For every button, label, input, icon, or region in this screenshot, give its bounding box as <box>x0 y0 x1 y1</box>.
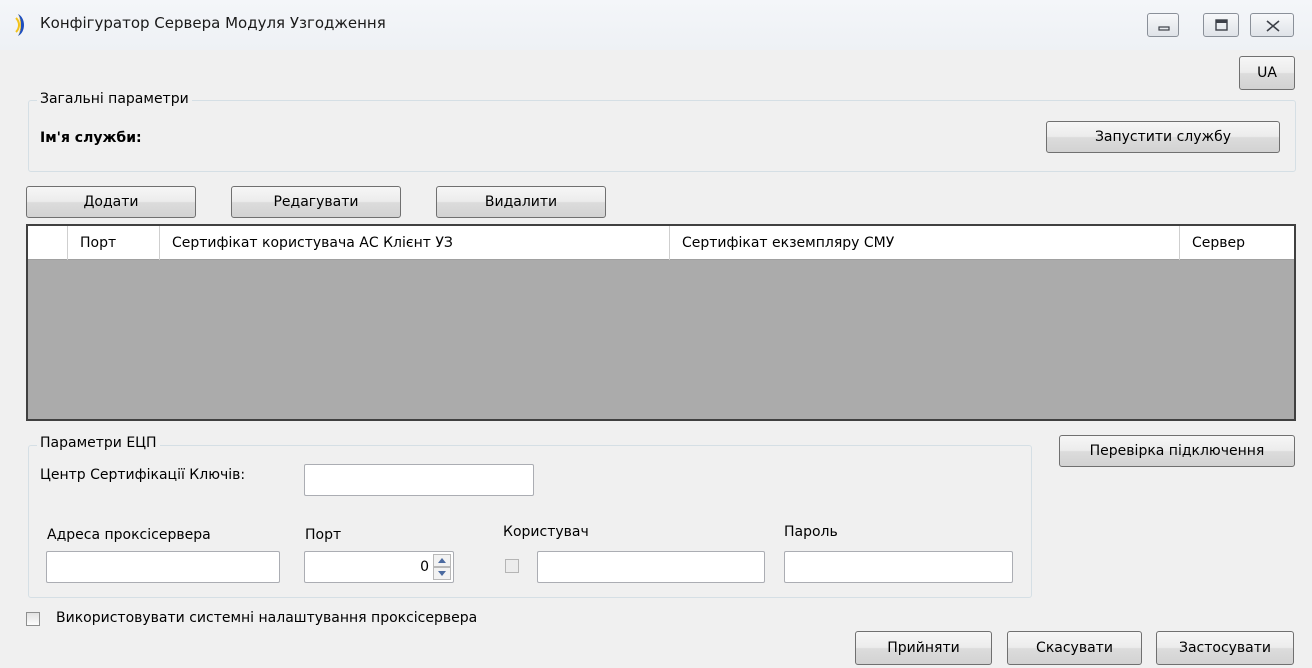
column-header-port[interactable]: Порт <box>68 226 160 260</box>
ca-label: Центр Сертифікації Ключів: <box>40 467 246 483</box>
minimize-icon <box>1158 26 1170 31</box>
user-label: Користувач <box>503 524 589 540</box>
column-header-server[interactable]: Сервер <box>1180 226 1294 260</box>
window-title: Конфігуратор Сервера Модуля Узгодження <box>40 14 386 32</box>
close-icon <box>1266 20 1280 32</box>
add-button[interactable]: Додати <box>26 186 196 218</box>
password-input[interactable] <box>784 551 1013 583</box>
spin-down-icon <box>438 571 446 576</box>
user-input[interactable] <box>537 551 765 583</box>
accept-button[interactable]: Прийняти <box>855 631 992 665</box>
port-label: Порт <box>305 527 342 543</box>
table-header: Порт Сертифікат користувача АС Клієнт УЗ… <box>28 226 1294 260</box>
edit-button[interactable]: Редагувати <box>231 186 401 218</box>
cancel-button[interactable]: Скасувати <box>1007 631 1142 665</box>
column-header-smu-cert[interactable]: Сертифікат екземпляру СМУ <box>670 226 1180 260</box>
password-label: Пароль <box>784 524 838 540</box>
signature-params-legend: Параметри ЕЦП <box>37 435 160 451</box>
use-system-proxy-checkbox[interactable] <box>26 612 40 626</box>
check-connection-button[interactable]: Перевірка підключення <box>1059 435 1295 467</box>
port-value: 0 <box>420 559 429 575</box>
user-checkbox[interactable] <box>505 559 519 573</box>
minimize-button[interactable] <box>1147 13 1179 37</box>
use-system-proxy-label[interactable]: Використовувати системні налаштування пр… <box>56 610 477 626</box>
port-decrement-button[interactable] <box>433 567 451 580</box>
restore-icon <box>1215 19 1228 31</box>
close-button[interactable] <box>1250 13 1294 37</box>
delete-button[interactable]: Видалити <box>436 186 606 218</box>
service-name-label: Ім'я служби: <box>40 130 142 146</box>
column-header-client-cert[interactable]: Сертифікат користувача АС Клієнт УЗ <box>160 226 670 260</box>
general-params-legend: Загальні параметри <box>37 91 192 107</box>
language-button[interactable]: UA <box>1239 56 1295 90</box>
spin-up-icon <box>438 558 446 563</box>
app-logo-icon <box>15 14 24 36</box>
port-stepper[interactable]: 0 <box>304 551 454 583</box>
ca-input[interactable] <box>304 464 534 496</box>
proxy-address-label: Адреса проксісервера <box>47 527 211 543</box>
apply-button[interactable]: Застосувати <box>1156 631 1294 665</box>
row-header-corner <box>28 226 68 260</box>
connections-table[interactable]: Порт Сертифікат користувача АС Клієнт УЗ… <box>26 224 1296 421</box>
start-service-button[interactable]: Запустити службу <box>1046 121 1280 153</box>
maximize-button[interactable] <box>1203 13 1239 37</box>
port-increment-button[interactable] <box>433 554 451 567</box>
proxy-address-input[interactable] <box>46 551 280 583</box>
